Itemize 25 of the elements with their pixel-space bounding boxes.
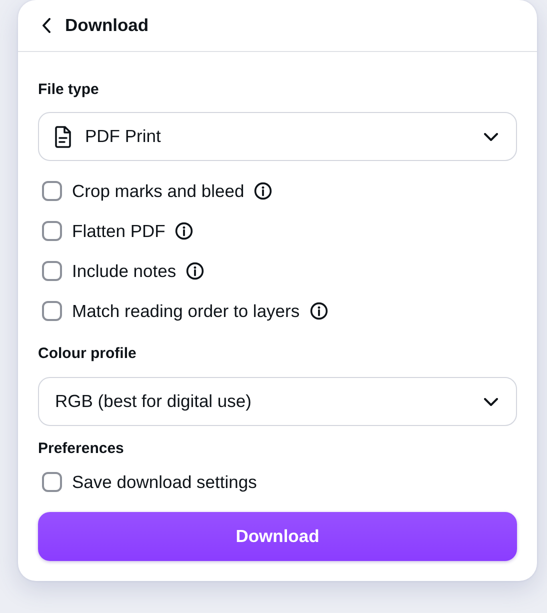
checkbox-label: Include notes (72, 260, 176, 282)
back-icon[interactable] (42, 18, 51, 33)
checkbox[interactable] (42, 261, 62, 281)
chevron-down-icon (484, 132, 498, 140)
info-icon[interactable] (254, 182, 272, 200)
chevron-down-icon (484, 398, 498, 406)
section-label: Preferences (38, 439, 125, 459)
checkbox-label: Match reading order to layers (72, 300, 300, 322)
checkbox-label: Crop marks and bleed (72, 180, 244, 202)
section-label: Colour profile (38, 344, 138, 364)
checkbox[interactable] (42, 472, 62, 492)
checkbox[interactable] (42, 221, 62, 241)
panel-title: Download (65, 15, 149, 36)
download-button[interactable]: Download (38, 512, 517, 561)
checkbox-label: Save download settings (72, 472, 257, 492)
checkbox[interactable] (42, 301, 62, 321)
checkbox-label: Flatten PDF (72, 220, 166, 242)
document-icon (55, 126, 71, 148)
info-icon[interactable] (175, 222, 194, 240)
info-icon[interactable] (186, 262, 204, 280)
section-label: File type (38, 80, 100, 100)
checkbox[interactable] (42, 181, 62, 201)
file-type-dropdown[interactable]: PDF Print (38, 112, 517, 161)
colour-profile-dropdown[interactable]: RGB (best for digital use) (38, 377, 517, 426)
info-icon[interactable] (310, 302, 328, 320)
